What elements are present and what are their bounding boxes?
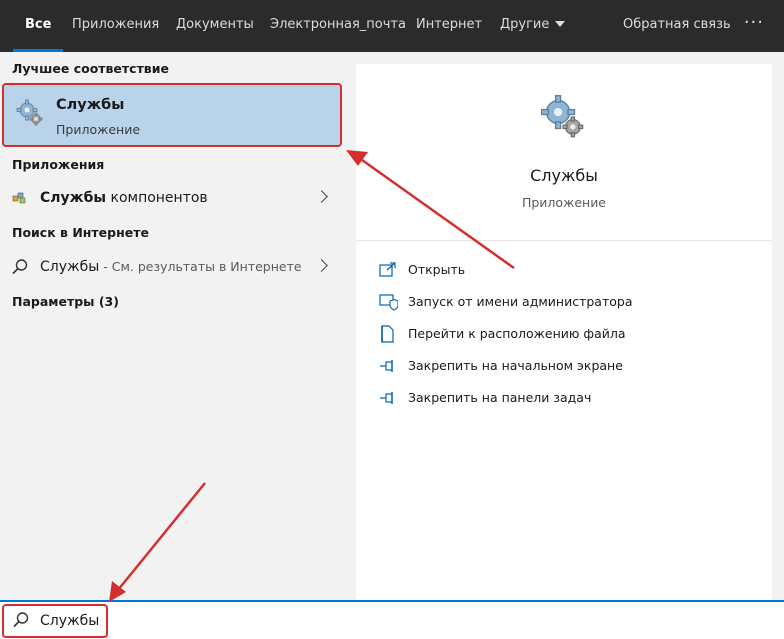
action-open[interactable]: Открыть	[378, 258, 758, 282]
web-search-heading: Поиск в Интернете	[12, 225, 149, 240]
tab-all[interactable]: Все	[12, 0, 65, 52]
search-icon	[12, 259, 28, 275]
shield-icon	[379, 294, 398, 311]
tab-other[interactable]: Другие	[500, 0, 566, 52]
results-pane: Лучшее соответствие Службы Приложение Пр…	[0, 52, 344, 600]
feedback-button[interactable]: Обратная связь	[623, 0, 731, 52]
result-rest-text: компонентов	[106, 190, 208, 206]
action-open-file-location[interactable]: Перейти к расположению файла	[378, 322, 758, 346]
divider	[356, 240, 772, 241]
action-open-label: Открыть	[408, 262, 466, 277]
result-component-services[interactable]: Службы компонентов	[0, 182, 344, 214]
preview-app-name: Службы	[530, 166, 598, 185]
result-web-search-label: Службы - См. результаты в Интернете	[40, 259, 302, 275]
action-run-as-admin[interactable]: Запуск от имени администратора	[378, 290, 758, 314]
more-options-button[interactable]: ···	[744, 0, 764, 52]
tab-other-label: Другие	[500, 17, 550, 32]
pin-icon	[380, 360, 393, 372]
tab-email[interactable]: Электронная_почта	[270, 0, 406, 52]
tab-internet[interactable]: Интернет	[416, 0, 482, 52]
best-match-type: Приложение	[56, 122, 141, 137]
preview-app-type: Приложение	[521, 195, 607, 210]
result-match-text: Службы	[40, 190, 107, 206]
action-run-as-admin-label: Запуск от имени администратора	[408, 294, 633, 309]
gear-icon	[16, 99, 43, 126]
action-pin-taskbar-label: Закрепить на панели задач	[408, 390, 592, 405]
open-icon	[379, 262, 396, 277]
chevron-right-icon[interactable]	[315, 190, 328, 203]
best-match-heading: Лучшее соответствие	[12, 61, 169, 76]
settings-heading[interactable]: Параметры (3)	[12, 294, 119, 309]
action-pin-start[interactable]: Закрепить на начальном экране	[378, 354, 758, 378]
gear-icon	[540, 94, 584, 138]
action-pin-start-label: Закрепить на начальном экране	[408, 358, 623, 373]
chevron-right-icon[interactable]	[315, 259, 328, 272]
pin-icon	[380, 392, 393, 404]
file-location-icon	[381, 325, 394, 343]
action-open-file-location-label: Перейти к расположению файла	[408, 326, 626, 341]
search-input[interactable]: Службы	[40, 613, 99, 629]
component-services-icon	[12, 192, 26, 204]
tab-documents[interactable]: Документы	[176, 0, 254, 52]
best-match-item[interactable]: Службы Приложение	[2, 83, 342, 147]
preview-pane: Службы Приложение Открыть Запуск от имен…	[356, 64, 772, 600]
apps-heading: Приложения	[12, 157, 105, 172]
chevron-down-icon	[555, 20, 566, 27]
search-icon	[13, 612, 29, 628]
search-box[interactable]: Службы	[0, 600, 784, 639]
best-match-name: Службы	[56, 97, 125, 113]
action-pin-taskbar[interactable]: Закрепить на панели задач	[378, 386, 758, 410]
result-web-search[interactable]: Службы - См. результаты в Интернете	[0, 251, 344, 283]
result-match-text: Службы	[40, 259, 100, 275]
result-component-services-label: Службы компонентов	[40, 190, 208, 206]
result-hint-text: - См. результаты в Интернете	[99, 259, 302, 274]
filter-tab-bar: Все Приложения Документы Электронная_поч…	[0, 0, 784, 52]
tab-apps[interactable]: Приложения	[72, 0, 159, 52]
